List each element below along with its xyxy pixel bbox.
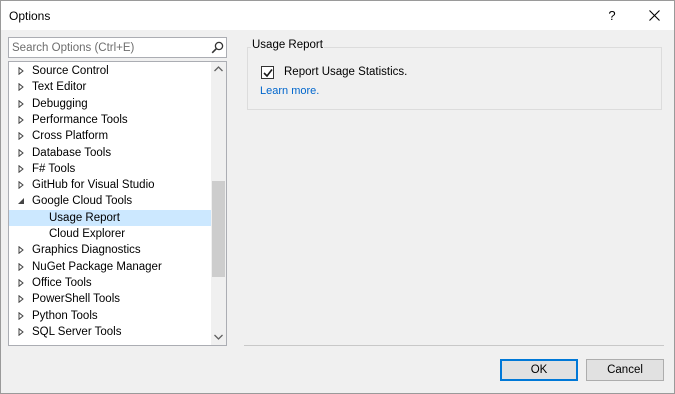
collapsed-arrow-icon[interactable] xyxy=(17,327,25,336)
collapsed-arrow-icon[interactable] xyxy=(17,67,25,75)
tree-item[interactable]: PowerShell Tools xyxy=(9,291,211,307)
checkmark-icon xyxy=(263,69,273,78)
collapsed-arrow-icon[interactable] xyxy=(17,278,25,287)
usage-report-group xyxy=(247,47,662,110)
tree-item-label: NuGet Package Manager xyxy=(32,260,162,273)
search-icon[interactable] xyxy=(211,41,224,54)
tree-item[interactable]: Google Cloud Tools xyxy=(9,193,211,209)
collapsed-arrow-icon[interactable] xyxy=(17,83,25,92)
tree-item[interactable]: Usage Report xyxy=(9,209,211,226)
collapsed-arrow-icon[interactable] xyxy=(17,181,25,190)
tree-item-label: Debugging xyxy=(32,97,88,110)
report-usage-label[interactable]: Report Usage Statistics. xyxy=(284,66,407,78)
tree-item[interactable]: F# Tools xyxy=(9,161,211,177)
tree-item-label: Performance Tools xyxy=(32,113,128,126)
close-button[interactable] xyxy=(638,1,672,30)
tree-item[interactable]: Cloud Explorer xyxy=(9,226,211,242)
tree-item-label: SQL Server Tools xyxy=(32,325,122,338)
tree-item[interactable]: GitHub for Visual Studio xyxy=(9,177,211,193)
learn-more-link[interactable]: Learn more. xyxy=(260,85,319,97)
search-input[interactable] xyxy=(9,38,205,57)
collapsed-arrow-icon[interactable] xyxy=(17,164,25,173)
tree-item-label: Source Control xyxy=(32,65,109,77)
tree-item-label: Graphics Diagnostics xyxy=(32,244,141,257)
report-usage-checkbox[interactable] xyxy=(261,66,274,79)
collapsed-arrow-icon[interactable] xyxy=(17,295,25,304)
collapsed-arrow-icon[interactable] xyxy=(17,246,25,255)
collapsed-arrow-icon[interactable] xyxy=(17,311,25,320)
expanded-arrow-icon[interactable] xyxy=(17,197,25,205)
chevron-up-icon xyxy=(214,66,223,72)
dialog-title: Options xyxy=(9,9,51,23)
tree-item[interactable]: Office Tools xyxy=(9,275,211,291)
tree-item-label: GitHub for Visual Studio xyxy=(32,179,155,192)
footer-divider xyxy=(244,345,664,346)
tree-item-label: Cross Platform xyxy=(32,130,109,143)
tree-item-label: Cloud Explorer xyxy=(49,228,126,240)
options-dialog: Options ? Source Control Text Editor Debug… xyxy=(0,0,675,394)
tree-item-label: Usage Report xyxy=(49,211,120,224)
title-bar[interactable]: Options ? xyxy=(1,1,674,30)
tree-item-label: Python Tools xyxy=(32,309,98,322)
tree-item-label: Database Tools xyxy=(32,146,112,159)
cancel-button[interactable]: Cancel xyxy=(586,359,664,381)
tree-item-label: F# Tools xyxy=(32,162,76,175)
collapsed-arrow-icon[interactable] xyxy=(17,148,25,157)
tree-item[interactable]: Performance Tools xyxy=(9,112,211,128)
chevron-down-icon xyxy=(214,334,223,340)
tree-item-label: Office Tools xyxy=(32,276,92,289)
tree-item-label: PowerShell Tools xyxy=(32,293,121,306)
close-icon xyxy=(649,10,660,21)
collapsed-arrow-icon[interactable] xyxy=(17,99,25,108)
scroll-thumb[interactable] xyxy=(212,181,225,277)
tree-item[interactable]: Graphics Diagnostics xyxy=(9,242,211,258)
tree-item[interactable]: Debugging xyxy=(9,96,211,112)
tree-item[interactable]: Source Control xyxy=(9,63,211,79)
collapsed-arrow-icon[interactable] xyxy=(17,132,25,141)
collapsed-arrow-icon[interactable] xyxy=(17,115,25,124)
help-button[interactable]: ? xyxy=(597,1,627,30)
tree-item[interactable]: NuGet Package Manager xyxy=(9,259,211,275)
tree-scrollbar[interactable] xyxy=(211,62,226,345)
collapsed-arrow-icon[interactable] xyxy=(17,262,25,271)
options-tree: Source Control Text Editor Debugging Perfor… xyxy=(8,61,227,346)
tree-item[interactable]: Database Tools xyxy=(9,145,211,161)
tree-item[interactable]: Cross Platform xyxy=(9,128,211,144)
search-options-box[interactable] xyxy=(8,37,227,58)
ok-button[interactable]: OK xyxy=(500,359,578,381)
tree-item-label: Text Editor xyxy=(32,81,87,94)
group-title: Usage Report xyxy=(251,39,324,51)
scroll-down-button[interactable] xyxy=(211,330,226,345)
tree-item[interactable]: Python Tools xyxy=(9,308,211,324)
scroll-up-button[interactable] xyxy=(211,62,226,77)
tree-item[interactable]: SQL Server Tools xyxy=(9,324,211,340)
tree-item-label: Google Cloud Tools xyxy=(32,195,133,208)
tree-item[interactable]: Text Editor xyxy=(9,79,211,95)
